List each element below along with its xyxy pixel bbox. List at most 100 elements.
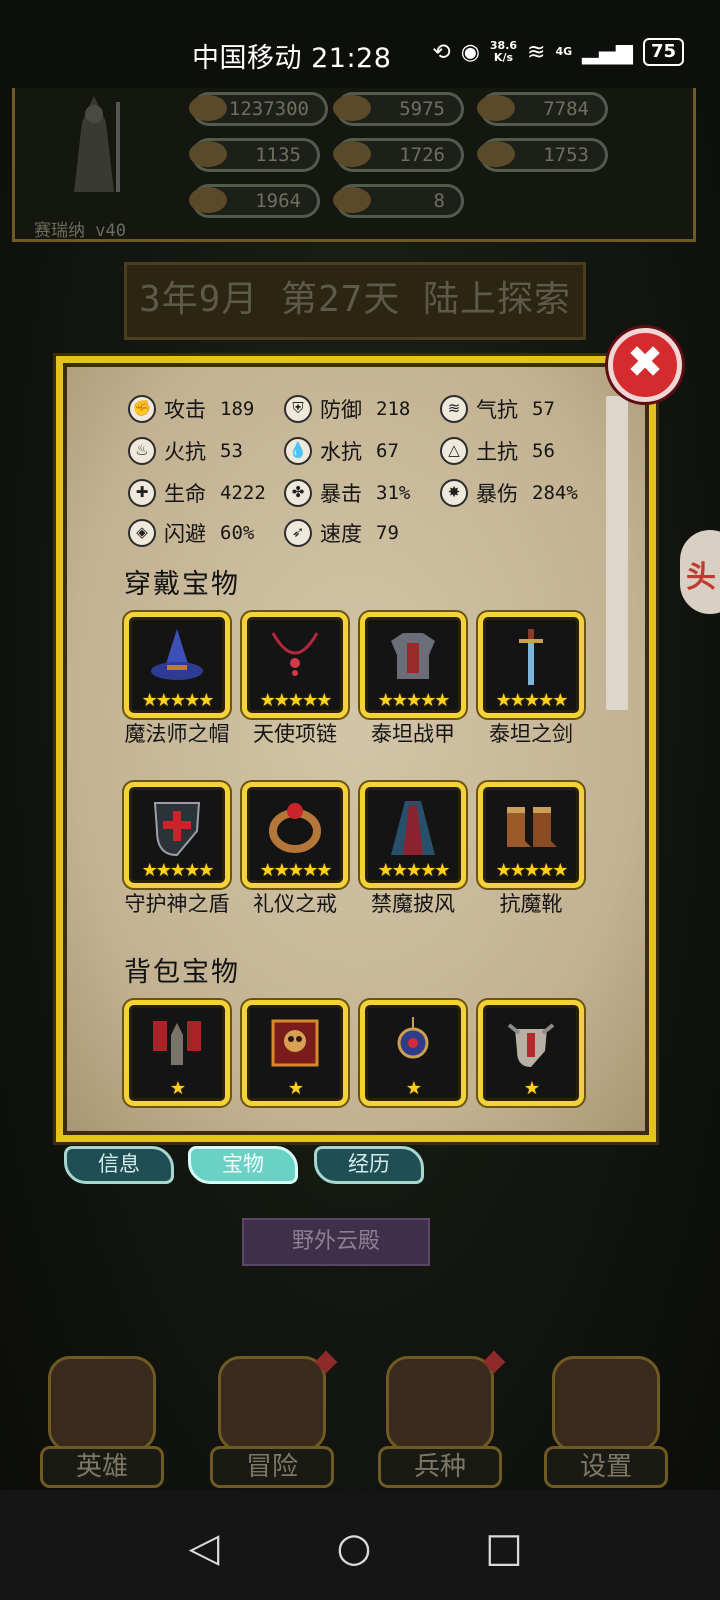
item-name: 礼仪之戒 (253, 892, 337, 916)
back-icon[interactable]: ◁ (174, 1518, 234, 1578)
wizard-hat-icon (151, 629, 203, 680)
nav-label: 兵种 (378, 1446, 502, 1488)
scroll-map-icon (218, 1356, 326, 1452)
wings-icon (386, 1356, 494, 1452)
star-rating: ★ (169, 1078, 186, 1099)
net-speed: 38.6 K/s (489, 39, 518, 64)
item-frame[interactable]: ★ (124, 1000, 230, 1106)
nav-label: 英雄 (40, 1446, 164, 1488)
side-edge-button[interactable]: 头 (680, 530, 720, 614)
equipped-item-etiquette-ring[interactable]: ★★★★★ 礼仪之戒 (242, 782, 348, 916)
dialog-scrollbar[interactable] (606, 396, 628, 710)
resource-gems: 1726 (333, 138, 464, 172)
gear-icon (552, 1356, 660, 1452)
star-rating: ★★★★★ (141, 690, 215, 711)
fist-icon: ✊ (128, 395, 156, 423)
shield-icon: ⛨ (284, 395, 312, 423)
location-label: 野外云殿 (242, 1218, 430, 1266)
star-rating: ★ (523, 1078, 540, 1099)
status-bar: 中国移动 21:28 ⟲ ◉ 38.6 K/s ≋ 4G ▂▄▆ 75 (0, 0, 720, 100)
item-frame[interactable]: ★★★★★ (242, 612, 348, 718)
stat-fire-resist: ♨ 火抗 53 (128, 436, 243, 466)
resource-crystal: 1135 (189, 138, 320, 172)
item-frame[interactable]: ★★★★★ (242, 782, 348, 888)
resource-ore: 7784 (477, 92, 608, 126)
hero-portrait-icon (74, 96, 120, 192)
system-nav-bar: ◁ ○ □ (0, 1490, 720, 1600)
item-name: 魔法师之帽 (124, 722, 230, 746)
backpack-item-knight-banner[interactable]: ★ (124, 1000, 230, 1106)
nav-hero-button[interactable]: 英雄 (40, 1356, 164, 1490)
stat-speed: ➶ 速度 79 (284, 518, 399, 548)
wind-icon: ≋ (440, 395, 468, 423)
star-rating: ★★★★★ (259, 690, 333, 711)
stat-earth-resist: △ 土抗 56 (440, 436, 555, 466)
backpack-item-crest-shield[interactable]: ★ (478, 1000, 584, 1106)
amulet-icon (397, 1017, 429, 1059)
cloak-icon (391, 801, 435, 855)
signal-4g-icon: 4G (555, 45, 573, 58)
home-icon[interactable]: ○ (324, 1518, 384, 1578)
star-rating: ★★★★★ (377, 860, 451, 881)
item-frame[interactable]: ★★★★★ (478, 782, 584, 888)
earth-icon: △ (440, 437, 468, 465)
resource-gold: 1237300 (189, 92, 328, 126)
equipped-item-necklace[interactable]: ★★★★★ 天使项链 (242, 612, 348, 746)
item-frame[interactable]: ★ (360, 1000, 466, 1106)
signal-bars-icon: ▂▄▆ (582, 39, 633, 65)
stat-health: ✚ 生命 4222 (128, 478, 266, 508)
stat-crit-damage: ✸ 暴伤 284% (440, 478, 578, 508)
item-frame[interactable]: ★★★★★ (124, 782, 230, 888)
equipped-item-antimagic-boots[interactable]: ★★★★★ 抗魔靴 (478, 782, 584, 916)
status-icons: ⟲ ◉ 38.6 K/s ≋ 4G ▂▄▆ 75 (432, 38, 684, 66)
star-rating: ★★★★★ (495, 690, 569, 711)
crystal-icon (189, 141, 227, 167)
sword-icon (519, 629, 543, 685)
item-name: 天使项链 (253, 722, 337, 746)
item-name: 抗魔靴 (499, 892, 563, 916)
backpack-item-amulet[interactable]: ★ (360, 1000, 466, 1106)
dodge-icon: ◈ (128, 519, 156, 547)
tab-history[interactable]: 经历 (314, 1146, 424, 1184)
wood-icon (333, 95, 371, 121)
tab-info[interactable]: 信息 (64, 1146, 174, 1184)
cauldron-icon (477, 141, 515, 167)
nav-adventure-button[interactable]: 冒险 (210, 1350, 338, 1490)
water-drop-icon: 💧 (284, 437, 312, 465)
item-frame[interactable]: ★ (242, 1000, 348, 1106)
star-rating: ★★★★★ (377, 690, 451, 711)
equipped-item-wizard-hat[interactable]: ★★★★★ 魔法师之帽 (124, 612, 230, 746)
nav-label: 设置 (544, 1446, 668, 1488)
item-frame[interactable]: ★★★★★ (124, 612, 230, 718)
equipped-item-titan-armor[interactable]: ★★★★★ 泰坦战甲 (360, 612, 466, 746)
equipped-item-antimagic-cloak[interactable]: ★★★★★ 禁魔披风 (360, 782, 466, 916)
item-name: 守护神之盾 (124, 892, 230, 916)
hero-name: 赛瑞纳 v40 (34, 221, 126, 241)
item-frame[interactable]: ★★★★★ (360, 782, 466, 888)
stat-dodge: ◈ 闪避 60% (128, 518, 254, 548)
star-rating: ★★★★★ (141, 860, 215, 881)
backpack-item-skull-banner[interactable]: ★ (242, 1000, 348, 1106)
item-name: 禁魔披风 (371, 892, 455, 916)
equipped-item-guardian-shield[interactable]: ★★★★★ 守护神之盾 (124, 782, 230, 916)
tab-treasure[interactable]: 宝物 (188, 1146, 298, 1184)
banner-knight-icon (153, 1021, 201, 1065)
item-name: 泰坦之剑 (489, 722, 573, 746)
status-carrier-time: 中国移动 21:28 (192, 43, 392, 74)
crest-shield-icon (507, 1023, 555, 1067)
star-rating: ★★★★★ (495, 860, 569, 881)
nav-label: 冒险 (210, 1446, 334, 1488)
equipped-item-titan-sword[interactable]: ★★★★★ 泰坦之剑 (478, 612, 584, 746)
item-frame[interactable]: ★★★★★ (360, 612, 466, 718)
item-frame[interactable]: ★ (478, 1000, 584, 1106)
recent-apps-icon[interactable]: □ (474, 1518, 534, 1578)
nav-troops-button[interactable]: 兵种 (378, 1350, 506, 1490)
stat-crit-rate: ✤ 暴击 31% (284, 478, 410, 508)
item-frame[interactable]: ★★★★★ (478, 612, 584, 718)
nav-settings-button[interactable]: 设置 (544, 1356, 668, 1490)
equipped-section-title: 穿戴宝物 (124, 569, 240, 600)
stat-water-resist: 💧 水抗 67 (284, 436, 399, 466)
close-button[interactable]: ✖ (608, 328, 682, 402)
ring-icon (269, 803, 321, 853)
resource-sulfur: 1964 (189, 184, 320, 218)
